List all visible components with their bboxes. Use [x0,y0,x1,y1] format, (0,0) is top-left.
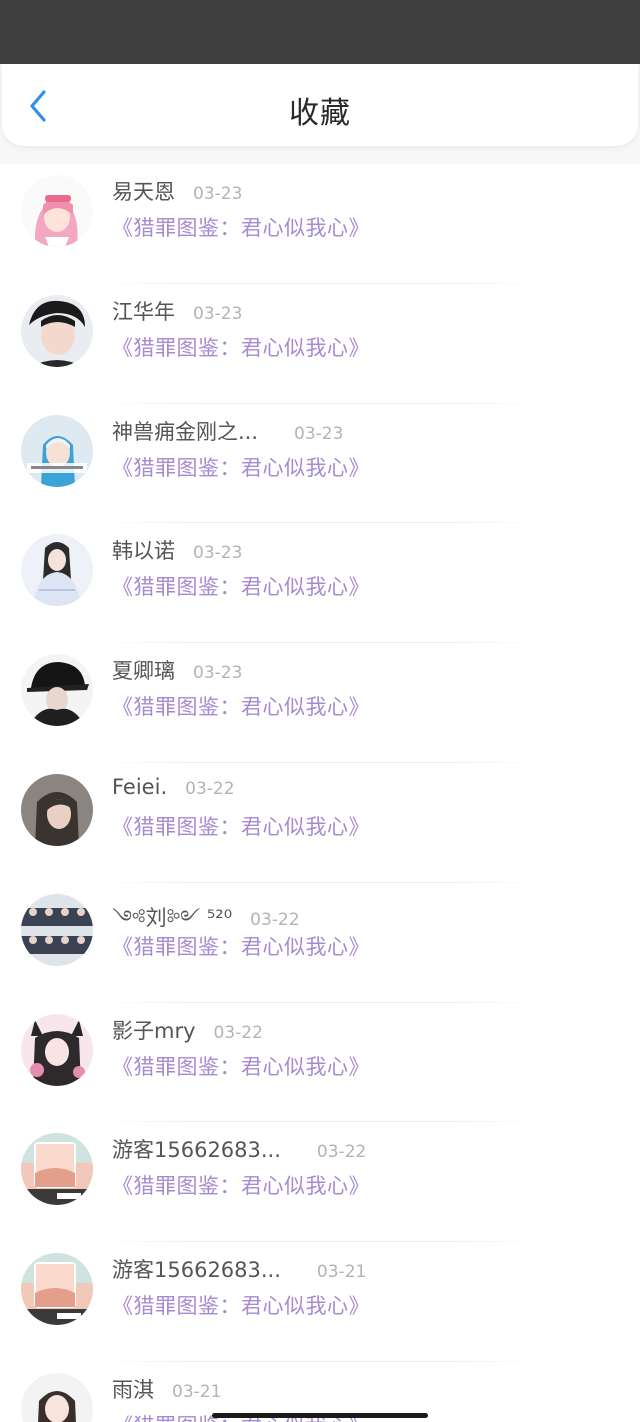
list-item[interactable]: ༺刘༻ ⁵²⁰ 03-22 《猎罪图鉴：君心似我心》 [0,883,640,1003]
avatar[interactable] [21,1372,93,1422]
user-name: 江华年 [112,299,175,324]
user-name: 神兽痈金刚之... [112,419,259,444]
avatar[interactable] [21,534,93,607]
list-item[interactable]: 影子mry 03-22 《猎罪图鉴：君心似我心》 [0,1003,640,1123]
avatar[interactable] [21,893,93,966]
navigation-bar: 收藏 [0,64,640,164]
avatar[interactable] [21,294,93,367]
user-name: 雨淇 [112,1377,154,1402]
user-name: 夏卿璃 [112,659,175,684]
timestamp: 03-22 [316,1142,367,1163]
book-title-link[interactable]: 《猎罪图鉴：君心似我心》 [112,1170,370,1200]
book-title-link[interactable]: 《猎罪图鉴：君心似我心》 [112,1290,370,1320]
list-item[interactable]: 游客15662683... 03-22 《猎罪图鉴：君心似我心》 [0,1122,640,1243]
avatar[interactable] [21,773,93,846]
user-name: 易天恩 [112,180,175,204]
list-item[interactable]: 韩以诺 03-23 《猎罪图鉴：君心似我心》 [0,523,640,644]
timestamp: 03-23 [193,303,243,324]
avatar[interactable] [21,1013,93,1086]
user-name: Feiei. [112,774,168,799]
book-title-link[interactable]: 《猎罪图鉴：君心似我心》 [112,1051,370,1081]
user-name: 韩以诺 [112,539,175,564]
status-bar [0,0,640,64]
user-name: 游客15662683... [112,1138,281,1163]
list-item[interactable]: 神兽痈金刚之... 03-23 《猎罪图鉴：君心似我心》 [0,404,640,524]
timestamp: 03-23 [193,543,243,564]
user-name: 影子mry [112,1018,196,1043]
timestamp: 03-22 [250,909,300,930]
header-card: 收藏 [2,64,638,146]
avatar[interactable] [21,175,93,247]
timestamp: 03-21 [172,1381,222,1402]
favorites-list: 易天恩 03-23 《猎罪图鉴：君心似我心》 江华年 03-23 《猎罪图鉴：君… [0,164,640,1422]
user-name: 游客15662683... [112,1258,281,1283]
home-indicator[interactable] [212,1413,428,1418]
timestamp: 03-23 [193,663,243,684]
book-title-link[interactable]: 《猎罪图鉴：君心似我心》 [112,212,370,242]
list-item[interactable]: 夏卿璃 03-23 《猎罪图鉴：君心似我心》 [0,643,640,763]
list-item[interactable]: Feiei. 03-22 《猎罪图鉴：君心似我心》 [0,763,640,883]
page-title: 收藏 [289,96,351,131]
list-item[interactable]: 江华年 03-23 《猎罪图鉴：君心似我心》 [0,284,640,404]
book-title-link[interactable]: 《猎罪图鉴：君心似我心》 [112,332,370,362]
book-title-link[interactable]: 《猎罪图鉴：君心似我心》 [112,811,370,841]
timestamp: 03-23 [294,423,344,444]
list-item[interactable]: 易天恩 03-23 《猎罪图鉴：君心似我心》 [0,164,640,284]
book-title-link[interactable]: 《猎罪图鉴：君心似我心》 [112,691,370,721]
list-item[interactable]: 游客15662683... 03-21 《猎罪图鉴：君心似我心》 [0,1242,640,1362]
book-title-link[interactable]: 《猎罪图鉴：君心似我心》 [112,931,370,961]
book-title-link[interactable]: 《猎罪图鉴：君心似我心》 [112,452,370,482]
timestamp: 03-22 [185,778,235,799]
timestamp: 03-23 [193,184,243,204]
book-title-link[interactable]: 《猎罪图鉴：君心似我心》 [112,571,370,601]
avatar[interactable] [21,414,93,487]
avatar[interactable] [21,654,93,727]
timestamp: 03-22 [213,1022,263,1043]
avatar[interactable] [21,1253,93,1326]
timestamp: 03-21 [316,1262,367,1283]
avatar[interactable] [21,1133,93,1206]
